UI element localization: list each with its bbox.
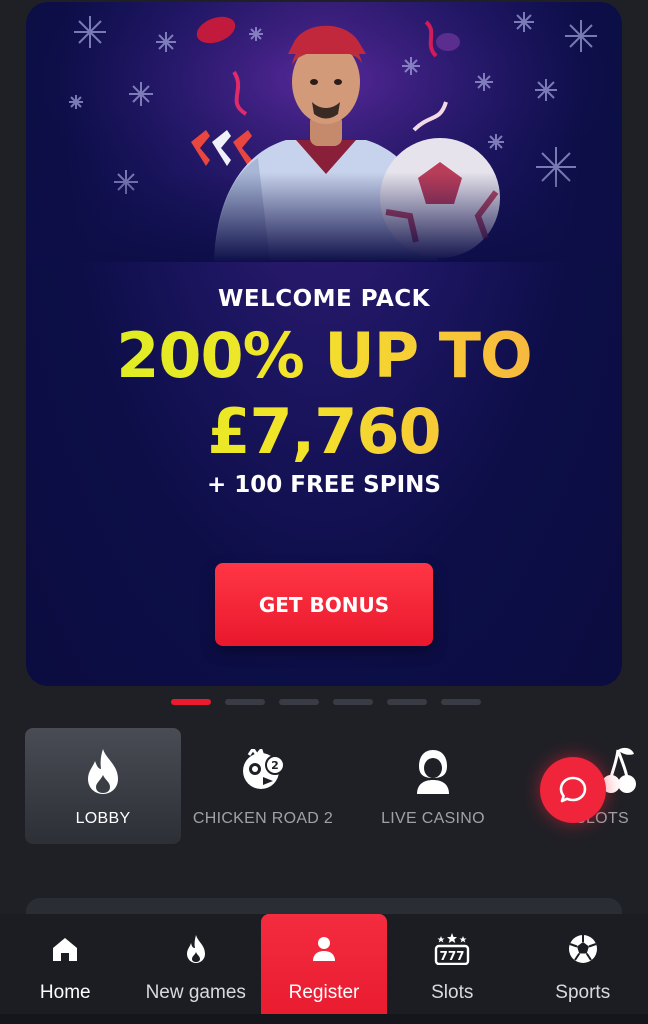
nav-slots[interactable]: 777 Slots: [387, 914, 518, 1024]
nav-register[interactable]: Register: [261, 914, 387, 1024]
carousel-pagination: [171, 699, 481, 705]
nav-new-games-label: New games: [145, 982, 246, 1003]
chat-bubble-icon: [559, 776, 587, 803]
category-chicken-road-2[interactable]: 2 CHICKEN ROAD 2: [185, 728, 341, 844]
slot-machine-icon: 777: [434, 932, 470, 966]
banner-headline: 200% UP TO: [26, 318, 622, 394]
nav-register-label: Register: [288, 982, 360, 1003]
carousel-dot-1[interactable]: [171, 699, 211, 705]
category-lobby-label: LOBBY: [75, 810, 131, 827]
get-bonus-button[interactable]: GET BONUS: [215, 563, 433, 646]
nav-new-games[interactable]: New games: [131, 914, 262, 1024]
nav-home[interactable]: Home: [0, 914, 131, 1024]
nav-slots-label: Slots: [431, 982, 474, 1003]
user-icon: [311, 932, 337, 966]
svg-text:2: 2: [271, 759, 279, 772]
carousel-dot-2[interactable]: [225, 699, 265, 705]
soccer-ball-icon: [567, 932, 599, 966]
category-live-casino[interactable]: LIVE CASINO: [355, 728, 511, 844]
category-lobby[interactable]: LOBBY: [25, 728, 181, 844]
home-icon: [50, 932, 80, 966]
nav-sports-label: Sports: [555, 982, 611, 1003]
carousel-dot-6[interactable]: [441, 699, 481, 705]
flame-icon: [184, 932, 208, 966]
nav-sports[interactable]: Sports: [518, 914, 648, 1024]
banner-eyebrow: WELCOME PACK: [217, 286, 431, 312]
banner-free-spins: + 100 FREE SPINS: [207, 472, 441, 498]
bottom-navigation: Home New games Register 777 Slots Sports: [0, 914, 648, 1024]
banner-bonus-amount: £7,760: [26, 394, 622, 470]
promo-banner[interactable]: WELCOME PACK 200% UP TO £7,760 + 100 FRE…: [26, 2, 622, 686]
carousel-dot-3[interactable]: [279, 699, 319, 705]
category-chicken-road-2-label: CHICKEN ROAD 2: [192, 810, 334, 827]
system-bottom-bar: [0, 1014, 648, 1024]
dealer-icon: [409, 746, 457, 796]
flame-icon: [79, 746, 127, 796]
carousel-dot-4[interactable]: [333, 699, 373, 705]
chat-button[interactable]: [540, 757, 606, 823]
svg-text:777: 777: [440, 949, 465, 963]
chicken-icon: 2: [239, 746, 287, 796]
banner-illustration: [26, 2, 622, 262]
carousel-dot-5[interactable]: [387, 699, 427, 705]
nav-home-label: Home: [39, 982, 91, 1003]
category-live-casino-label: LIVE CASINO: [381, 810, 485, 827]
